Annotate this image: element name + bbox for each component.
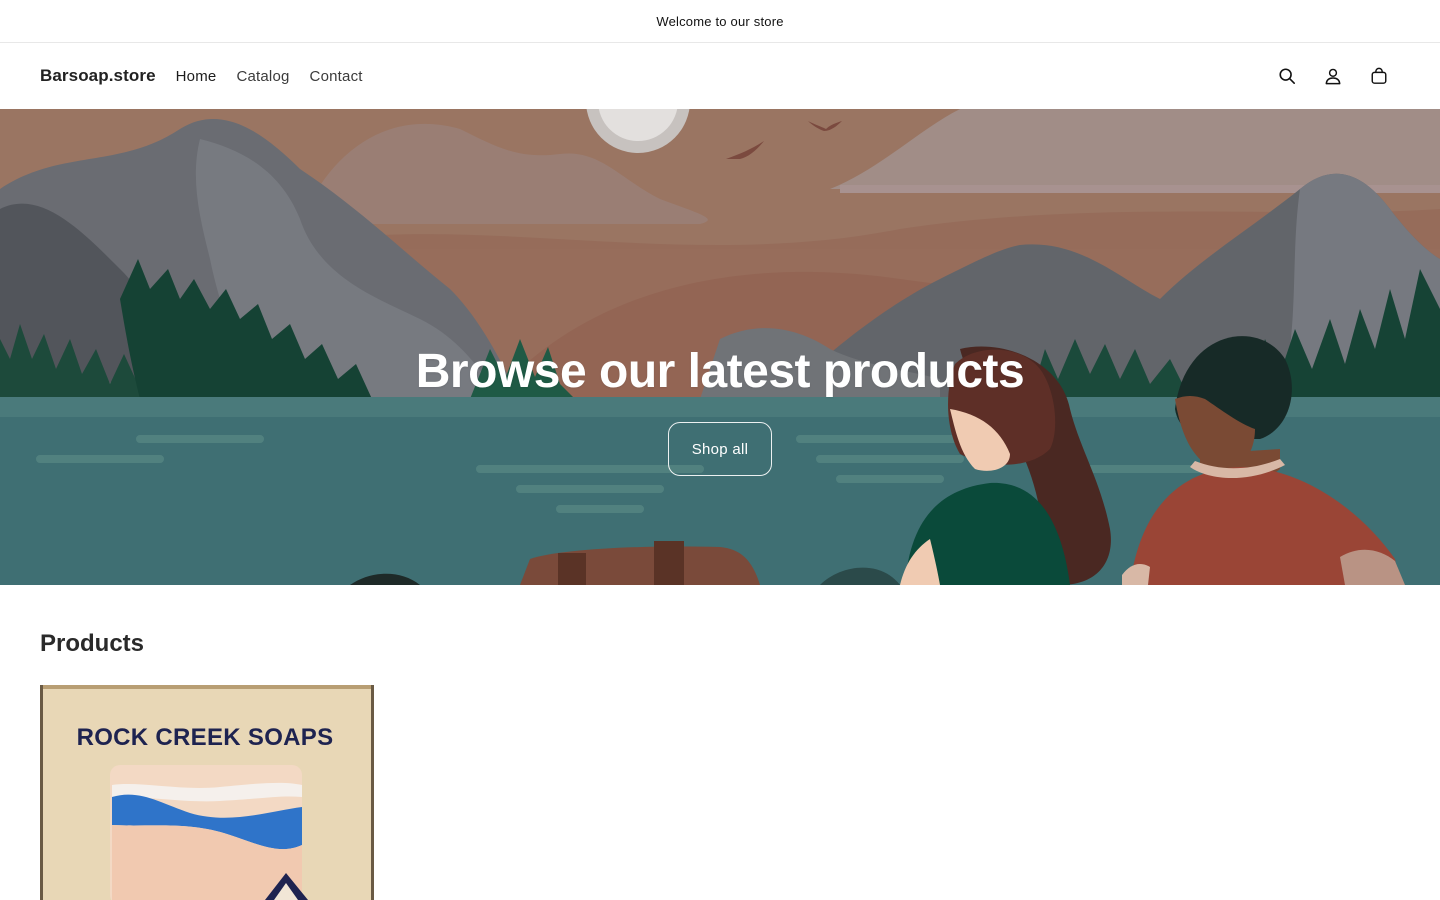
hero-banner: Browse our latest products Shop all — [0, 109, 1440, 585]
hero-title: Browse our latest products — [415, 344, 1025, 398]
nav-catalog[interactable]: Catalog — [226, 68, 299, 85]
shop-all-button[interactable]: Shop all — [667, 422, 773, 477]
site-header: Barsoap.store Home Catalog Contact — [0, 43, 1440, 109]
product-image: ROCK CREEK SOAPS — [40, 685, 374, 900]
search-icon[interactable] — [1266, 55, 1308, 97]
product-card[interactable]: ROCK CREEK SOAPS — [40, 685, 374, 900]
header-icons — [1266, 55, 1400, 97]
account-icon[interactable] — [1312, 55, 1354, 97]
main-nav: Home Catalog Contact — [176, 68, 373, 85]
nav-contact[interactable]: Contact — [300, 68, 373, 85]
nav-home[interactable]: Home — [176, 68, 227, 85]
store-logo[interactable]: Barsoap.store — [40, 66, 156, 86]
announcement-bar: Welcome to our store — [0, 0, 1440, 43]
cart-icon[interactable] — [1358, 55, 1400, 97]
announcement-text: Welcome to our store — [656, 13, 784, 29]
products-heading: Products — [40, 630, 145, 657]
hero-content: Browse our latest products Shop all — [0, 109, 1440, 585]
product-image-text: ROCK CREEK SOAPS — [77, 724, 334, 751]
